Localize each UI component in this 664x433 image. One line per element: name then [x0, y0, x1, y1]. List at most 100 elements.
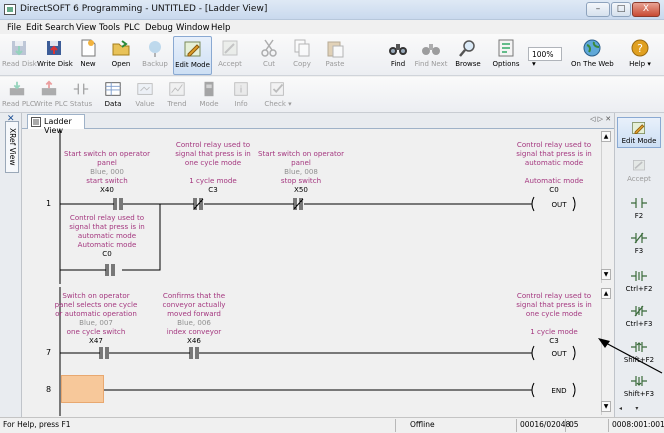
mode-button[interactable]: Mode: [194, 79, 224, 112]
immediate-contact-button[interactable]: Ctrl+F2: [617, 268, 661, 293]
accept-side-button[interactable]: Accept: [617, 158, 661, 183]
tab-scroll-arrows-icon[interactable]: ◁ ▷ ✕: [590, 115, 611, 123]
read-disk-label: Read Disk: [2, 60, 37, 68]
minimize-button[interactable]: –: [586, 2, 610, 17]
immediate-nc-contact-button[interactable]: Ctrl+F3: [617, 303, 661, 328]
read-disk-button[interactable]: Read Disk: [2, 36, 37, 75]
contact-comment: panel: [291, 158, 311, 167]
data-label: Data: [104, 100, 122, 108]
write-disk-label: Write Disk: [37, 60, 73, 68]
find-next-button[interactable]: Find Next: [414, 36, 448, 75]
write-plc-button[interactable]: Write PLC: [34, 79, 68, 112]
edit-cursor[interactable]: [61, 375, 104, 403]
value-button[interactable]: Value: [130, 79, 160, 112]
maximize-button[interactable]: □: [611, 2, 631, 17]
status-button[interactable]: Status: [66, 79, 96, 112]
scroll-down-icon[interactable]: ▼: [601, 401, 611, 412]
coil-nickname: 1 cycle mode: [530, 327, 578, 336]
help-label: Help: [629, 60, 646, 68]
menu-edit[interactable]: Edit: [26, 23, 42, 33]
contact-comment: conveyor actually: [162, 300, 226, 309]
backup-button[interactable]: Backup: [138, 36, 172, 75]
xref-view-tab[interactable]: XRef View: [5, 121, 19, 173]
write-disk-button[interactable]: Write Disk: [37, 36, 73, 75]
menu-debug[interactable]: Debug: [145, 23, 173, 33]
contact-nickname: index conveyor: [166, 327, 222, 336]
on-the-web-label: On The Web: [571, 60, 614, 68]
contact-wiring-info: Blue, 008: [284, 167, 318, 176]
menu-file[interactable]: File: [7, 23, 21, 33]
data-button[interactable]: Data: [98, 79, 128, 112]
scroll-arrows-icon[interactable]: ◂ ▾: [619, 405, 638, 412]
contact-nickname: stop switch: [280, 176, 322, 185]
edit-mode-side-label: Edit Mode: [621, 137, 657, 145]
zoom-select[interactable]: 100% ▾: [528, 47, 562, 68]
contact-nickname: start switch: [86, 176, 128, 185]
menu-view[interactable]: View: [76, 23, 96, 33]
window-title: DirectSOFT 6 Programming - UNTITLED - [L…: [20, 4, 268, 14]
contact-comment: Start switch on operator: [257, 149, 345, 158]
mode-icon: [204, 81, 214, 97]
contact-x47[interactable]: Switch on operator panel selects one cyc…: [48, 291, 144, 345]
find-label: Find: [390, 60, 406, 68]
globe-icon: [583, 39, 601, 57]
immediate-contact-icon: [631, 271, 647, 281]
menu-plc[interactable]: PLC: [124, 23, 140, 33]
nc-contact-button[interactable]: F3: [617, 230, 661, 255]
cut-button[interactable]: Cut: [252, 36, 286, 75]
options-button[interactable]: Options: [489, 36, 523, 75]
options-label: Options: [492, 60, 520, 68]
cut-label: Cut: [262, 60, 276, 68]
coil-comment: Control relay used to: [516, 140, 592, 149]
write-plc-icon: [41, 80, 57, 96]
info-button[interactable]: i Info: [226, 79, 256, 112]
contact-comment: Control relay used to: [175, 140, 251, 149]
edit-mode-icon: [632, 122, 645, 134]
value-label: Value: [135, 100, 155, 108]
binoculars-icon: [389, 44, 407, 55]
help-button[interactable]: ? Help ▾: [620, 36, 660, 75]
edit-mode-button[interactable]: Edit Mode: [173, 36, 212, 75]
check-button[interactable]: Check ▾: [258, 79, 298, 112]
contact-nickname: one cycle switch: [66, 327, 126, 336]
ladder-doc-icon: [31, 117, 41, 127]
status-label: Status: [69, 100, 93, 108]
trend-button[interactable]: Trend: [162, 79, 192, 112]
contact-c0-branch[interactable]: Control relay used to signal that press …: [62, 213, 152, 258]
coil-address: C3: [549, 336, 559, 345]
edit-mode-side-button[interactable]: Edit Mode: [617, 117, 661, 148]
menu-window[interactable]: Window: [176, 23, 210, 33]
contact-x40[interactable]: Start switch on operator panel Blue, 000…: [52, 149, 162, 194]
menu-tools[interactable]: Tools: [99, 23, 120, 33]
read-plc-button[interactable]: Read PLC: [2, 79, 35, 112]
new-button[interactable]: New: [71, 36, 105, 75]
coil-comment: one cycle mode: [525, 309, 583, 318]
scroll-down-icon[interactable]: ▼: [601, 269, 611, 280]
open-label: Open: [111, 60, 131, 68]
ctrl-f2-label: Ctrl+F2: [625, 285, 653, 293]
end-instruction[interactable]: END: [544, 386, 574, 395]
on-the-web-button[interactable]: On The Web: [571, 36, 614, 75]
find-button[interactable]: Find: [381, 36, 415, 75]
contact-address: X47: [89, 336, 103, 345]
coil-c3[interactable]: Control relay used to signal that press …: [502, 291, 606, 345]
open-button[interactable]: Open: [104, 36, 138, 75]
open-folder-icon: [112, 40, 130, 56]
paste-button[interactable]: Paste: [318, 36, 352, 75]
copy-button[interactable]: Copy: [285, 36, 319, 75]
browse-button[interactable]: Browse: [451, 36, 485, 75]
coil-c0[interactable]: Control relay used to signal that press …: [502, 140, 606, 194]
accept-button[interactable]: Accept: [213, 36, 247, 75]
tab-ladder-view[interactable]: Ladder View: [27, 114, 85, 135]
coil-address: C0: [549, 185, 559, 194]
contact-x50[interactable]: Start switch on operator panel Blue, 008…: [244, 149, 358, 194]
check-label: Check: [264, 100, 286, 108]
contact-x46[interactable]: Confirms that the conveyor actually move…: [150, 291, 238, 345]
check-icon: [270, 82, 284, 96]
menu-help[interactable]: Help: [211, 23, 230, 33]
coil-comment: automatic mode: [524, 158, 584, 167]
no-contact-button[interactable]: F2: [617, 195, 661, 220]
falling-edge-contact-button[interactable]: Shift+F3: [617, 373, 661, 398]
close-button[interactable]: X: [632, 2, 660, 17]
menu-search[interactable]: Search: [45, 23, 74, 33]
